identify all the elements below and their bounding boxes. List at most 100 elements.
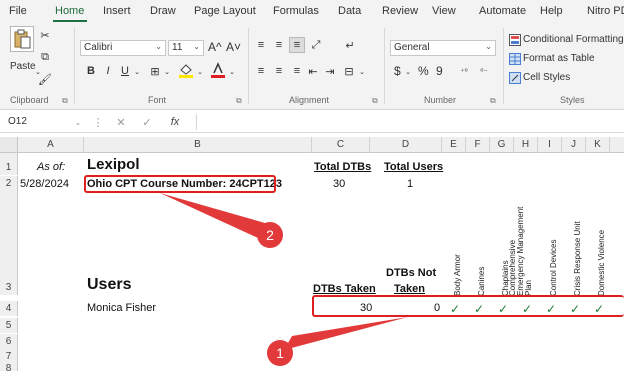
- align-left-icon[interactable]: ≡: [254, 64, 268, 78]
- tab-review[interactable]: Review: [382, 5, 418, 17]
- column-header-h[interactable]: H: [514, 137, 538, 153]
- cancel-icon[interactable]: ✕: [114, 114, 128, 130]
- align-top-icon[interactable]: ≡: [254, 38, 268, 52]
- cell-styles-button[interactable]: Cell Styles: [523, 72, 570, 83]
- alignment-launcher-icon[interactable]: ⧉: [372, 96, 378, 106]
- wrap-text-icon[interactable]: ↵: [342, 38, 358, 52]
- cell-d3-line2[interactable]: Taken: [394, 283, 425, 295]
- cell-a1[interactable]: As of:: [37, 161, 65, 173]
- column-header-b[interactable]: B: [84, 137, 312, 153]
- cell-c1[interactable]: Total DTBs: [314, 161, 371, 173]
- number-launcher-icon[interactable]: ⧉: [490, 96, 496, 106]
- row-header-1[interactable]: 1: [0, 160, 18, 175]
- font-size-select[interactable]: 11 ⌄: [168, 40, 204, 56]
- tab-formulas[interactable]: Formulas: [273, 5, 319, 17]
- row-header-5[interactable]: 5: [0, 318, 18, 333]
- paste-icon[interactable]: [10, 26, 34, 52]
- rotated-header-i[interactable]: Control Devices: [548, 200, 560, 296]
- fill-color-icon[interactable]: [178, 62, 194, 78]
- column-header-e[interactable]: E: [442, 137, 466, 153]
- tab-help[interactable]: Help: [540, 5, 563, 17]
- align-middle-icon[interactable]: ≡: [272, 38, 286, 52]
- align-bottom-icon[interactable]: ≡: [289, 37, 305, 53]
- rotated-header-k[interactable]: Domestic Violence: [596, 200, 608, 296]
- clipboard-launcher-icon[interactable]: ⧉: [62, 96, 68, 106]
- column-header-c[interactable]: C: [312, 137, 370, 153]
- borders-icon[interactable]: ⊞: [148, 64, 162, 78]
- cut-icon[interactable]: ✂: [38, 28, 52, 42]
- chevron-down-icon[interactable]: ⌄: [196, 68, 204, 76]
- cell-a2[interactable]: 5/28/2024: [20, 178, 69, 190]
- row-header-8[interactable]: 8: [0, 363, 18, 371]
- font-name-select[interactable]: Calibri ⌄: [80, 40, 166, 56]
- italic-icon[interactable]: I: [101, 64, 115, 78]
- chevron-down-icon[interactable]: ⌄: [404, 68, 412, 76]
- insert-function-icon[interactable]: fx: [166, 114, 184, 130]
- rotated-header-e[interactable]: Body Armor: [452, 200, 464, 296]
- cell-b4[interactable]: Monica Fisher: [87, 302, 156, 314]
- currency-format-button[interactable]: $: [394, 64, 401, 78]
- row-header-6[interactable]: 6: [0, 334, 18, 349]
- format-as-table-icon[interactable]: [509, 53, 521, 65]
- tab-nitro[interactable]: Nitro PD: [587, 5, 624, 17]
- font-launcher-icon[interactable]: ⧉: [236, 96, 242, 106]
- copy-icon[interactable]: ⧉: [38, 50, 52, 64]
- cell-d2[interactable]: 1: [407, 178, 413, 190]
- cell-d1[interactable]: Total Users: [384, 161, 443, 173]
- format-as-table-button[interactable]: Format as Table: [523, 53, 595, 64]
- underline-icon[interactable]: U: [118, 64, 132, 78]
- row-header-7[interactable]: 7: [0, 349, 18, 364]
- formula-input[interactable]: [196, 114, 620, 130]
- more-options-icon[interactable]: ⋮: [93, 114, 104, 130]
- chevron-down-icon[interactable]: ⌄: [73, 114, 83, 130]
- cell-b1-title[interactable]: Lexipol: [87, 156, 140, 173]
- chevron-down-icon[interactable]: ⌄: [358, 68, 366, 76]
- cell-styles-icon[interactable]: [509, 72, 521, 84]
- cell-d3-line1[interactable]: DTBs Not: [386, 267, 436, 279]
- column-header-g[interactable]: G: [490, 137, 514, 153]
- increase-indent-icon[interactable]: ⇥: [323, 64, 337, 78]
- column-header-a[interactable]: A: [18, 137, 84, 153]
- conditional-formatting-button[interactable]: Conditional Formatting: [523, 34, 624, 45]
- chevron-down-icon[interactable]: ⌄: [228, 68, 236, 76]
- cell-c3[interactable]: DTBs Taken: [313, 283, 376, 295]
- row-header-4[interactable]: 4: [0, 301, 18, 316]
- row-header-3[interactable]: 3: [0, 280, 18, 295]
- tab-page-layout[interactable]: Page Layout: [194, 5, 256, 17]
- chevron-down-icon[interactable]: ⌄: [163, 68, 171, 76]
- tab-data[interactable]: Data: [338, 5, 361, 17]
- comma-style-button[interactable]: 9: [436, 64, 443, 78]
- percent-format-button[interactable]: %: [418, 64, 429, 78]
- align-center-icon[interactable]: ≡: [272, 64, 286, 78]
- increase-font-size-button[interactable]: A^: [208, 40, 222, 54]
- select-all-corner[interactable]: [0, 137, 18, 153]
- font-color-icon[interactable]: [210, 62, 226, 78]
- cell-c2[interactable]: 30: [333, 178, 345, 190]
- column-header-j[interactable]: J: [562, 137, 586, 153]
- conditional-formatting-icon[interactable]: [509, 34, 521, 46]
- paste-label[interactable]: Paste: [10, 61, 36, 72]
- column-header-k[interactable]: K: [586, 137, 610, 153]
- tab-view[interactable]: View: [432, 5, 456, 17]
- decrease-font-size-button[interactable]: A˅: [226, 40, 241, 54]
- align-right-icon[interactable]: ≡: [290, 64, 304, 78]
- format-painter-icon[interactable]: 🖌: [38, 72, 52, 86]
- rotated-header-j[interactable]: Crisis Response Unit: [572, 200, 584, 296]
- number-format-select[interactable]: General ⌄: [390, 40, 496, 56]
- tab-draw[interactable]: Draw: [150, 5, 176, 17]
- row-header-2[interactable]: 2: [0, 176, 18, 191]
- decrease-decimal-icon[interactable]: ⁰⁻: [476, 64, 492, 78]
- orientation-icon[interactable]: ⤢: [308, 38, 324, 52]
- merge-center-icon[interactable]: ⊟: [342, 64, 356, 78]
- rotated-header-f[interactable]: Canines: [476, 200, 488, 296]
- enter-icon[interactable]: ✓: [140, 114, 154, 130]
- column-header-d[interactable]: D: [370, 137, 442, 153]
- decrease-indent-icon[interactable]: ⇤: [306, 64, 320, 78]
- tab-insert[interactable]: Insert: [103, 5, 131, 17]
- column-header-i[interactable]: I: [538, 137, 562, 153]
- tab-automate[interactable]: Automate: [479, 5, 526, 17]
- tab-home[interactable]: Home: [55, 5, 84, 17]
- increase-decimal-icon[interactable]: ⁺⁰: [456, 64, 472, 78]
- column-header-f[interactable]: F: [466, 137, 490, 153]
- bold-icon[interactable]: B: [84, 64, 98, 78]
